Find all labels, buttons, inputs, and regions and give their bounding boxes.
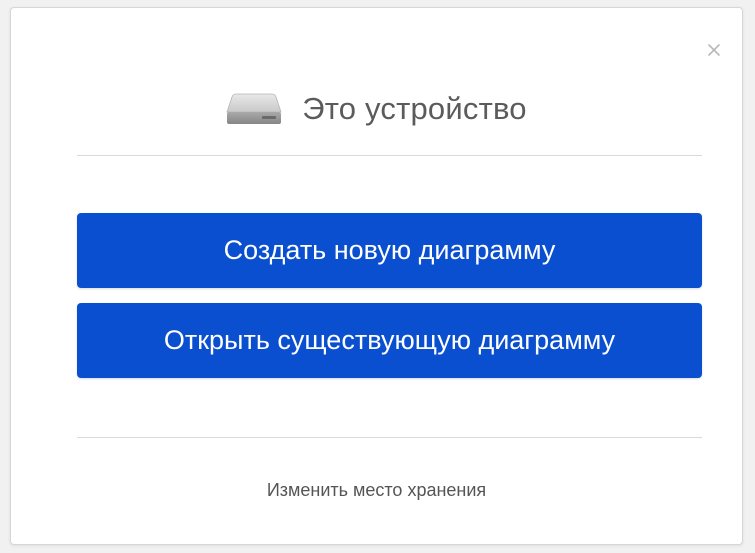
change-storage-link[interactable]: Изменить место хранения [11, 480, 742, 501]
dialog-title: Это устройство [302, 91, 527, 126]
create-new-diagram-button[interactable]: Создать новую диаграмму [77, 213, 702, 288]
open-existing-diagram-button[interactable]: Открыть существующую диаграмму [77, 303, 702, 378]
close-icon[interactable] [706, 42, 722, 58]
bottom-divider [77, 437, 702, 438]
dialog-header: Это устройство [11, 86, 742, 132]
hard-drive-icon [226, 92, 282, 126]
storage-dialog: Это устройство Создать новую диаграмму О… [10, 7, 743, 545]
top-divider [77, 155, 702, 156]
